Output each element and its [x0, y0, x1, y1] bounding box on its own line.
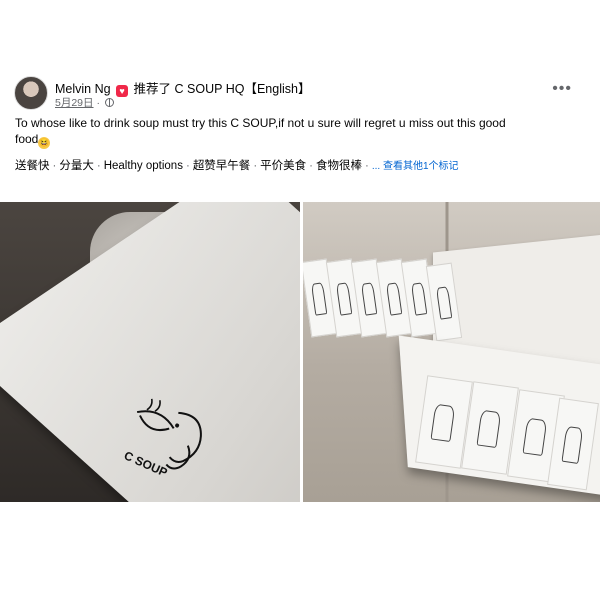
page-name-link[interactable]: C SOUP HQ【English】	[175, 82, 311, 96]
avatar[interactable]	[14, 76, 48, 110]
tag-item[interactable]: Healthy options	[104, 160, 183, 172]
emoji-icon: 😆	[38, 137, 51, 149]
post-meta: 5月29日 ·	[55, 95, 114, 110]
tag-item[interactable]: 超赞早午餐	[193, 160, 251, 172]
author-name[interactable]: Melvin Ng	[55, 82, 111, 96]
heart-badge-icon: ♥	[116, 85, 129, 97]
tag-separator: ·	[253, 160, 258, 172]
post-date[interactable]: 5月29日	[55, 97, 94, 109]
tag-list: 送餐快 · 分量大 · Healthy options · 超赞早午餐 · 平价美食 · 食物很棒 ·…	[15, 157, 459, 173]
tag-item[interactable]: 分量大	[59, 160, 94, 172]
more-options-icon[interactable]: •••	[552, 80, 572, 98]
post-header: Melvin Ng ♥ 推荐了 C SOUP HQ【English】 5月29日…	[14, 76, 586, 112]
tag-item[interactable]: 食物很棒	[316, 160, 362, 172]
tag-separator: ·	[365, 160, 369, 172]
photo-box-open[interactable]	[303, 202, 600, 502]
post-text: To whose like to drink soup must try thi…	[15, 116, 506, 146]
meta-separator: ·	[96, 97, 100, 109]
globe-icon[interactable]	[104, 98, 114, 107]
tag-separator: ·	[96, 160, 101, 172]
recommend-label: 推荐了	[133, 82, 172, 96]
tag-separator: ·	[309, 160, 313, 172]
tag-separator: ·	[52, 160, 57, 172]
post-body: To whose like to drink soup must try thi…	[15, 115, 515, 149]
see-more-tags-link[interactable]: ... 查看其他1个标记	[372, 161, 459, 172]
tag-item[interactable]: 送餐快	[15, 160, 50, 172]
tag-item[interactable]: 平价美食	[260, 160, 306, 172]
tag-separator: ·	[185, 160, 190, 172]
photo-box-closed[interactable]: C SOUP	[0, 202, 300, 502]
